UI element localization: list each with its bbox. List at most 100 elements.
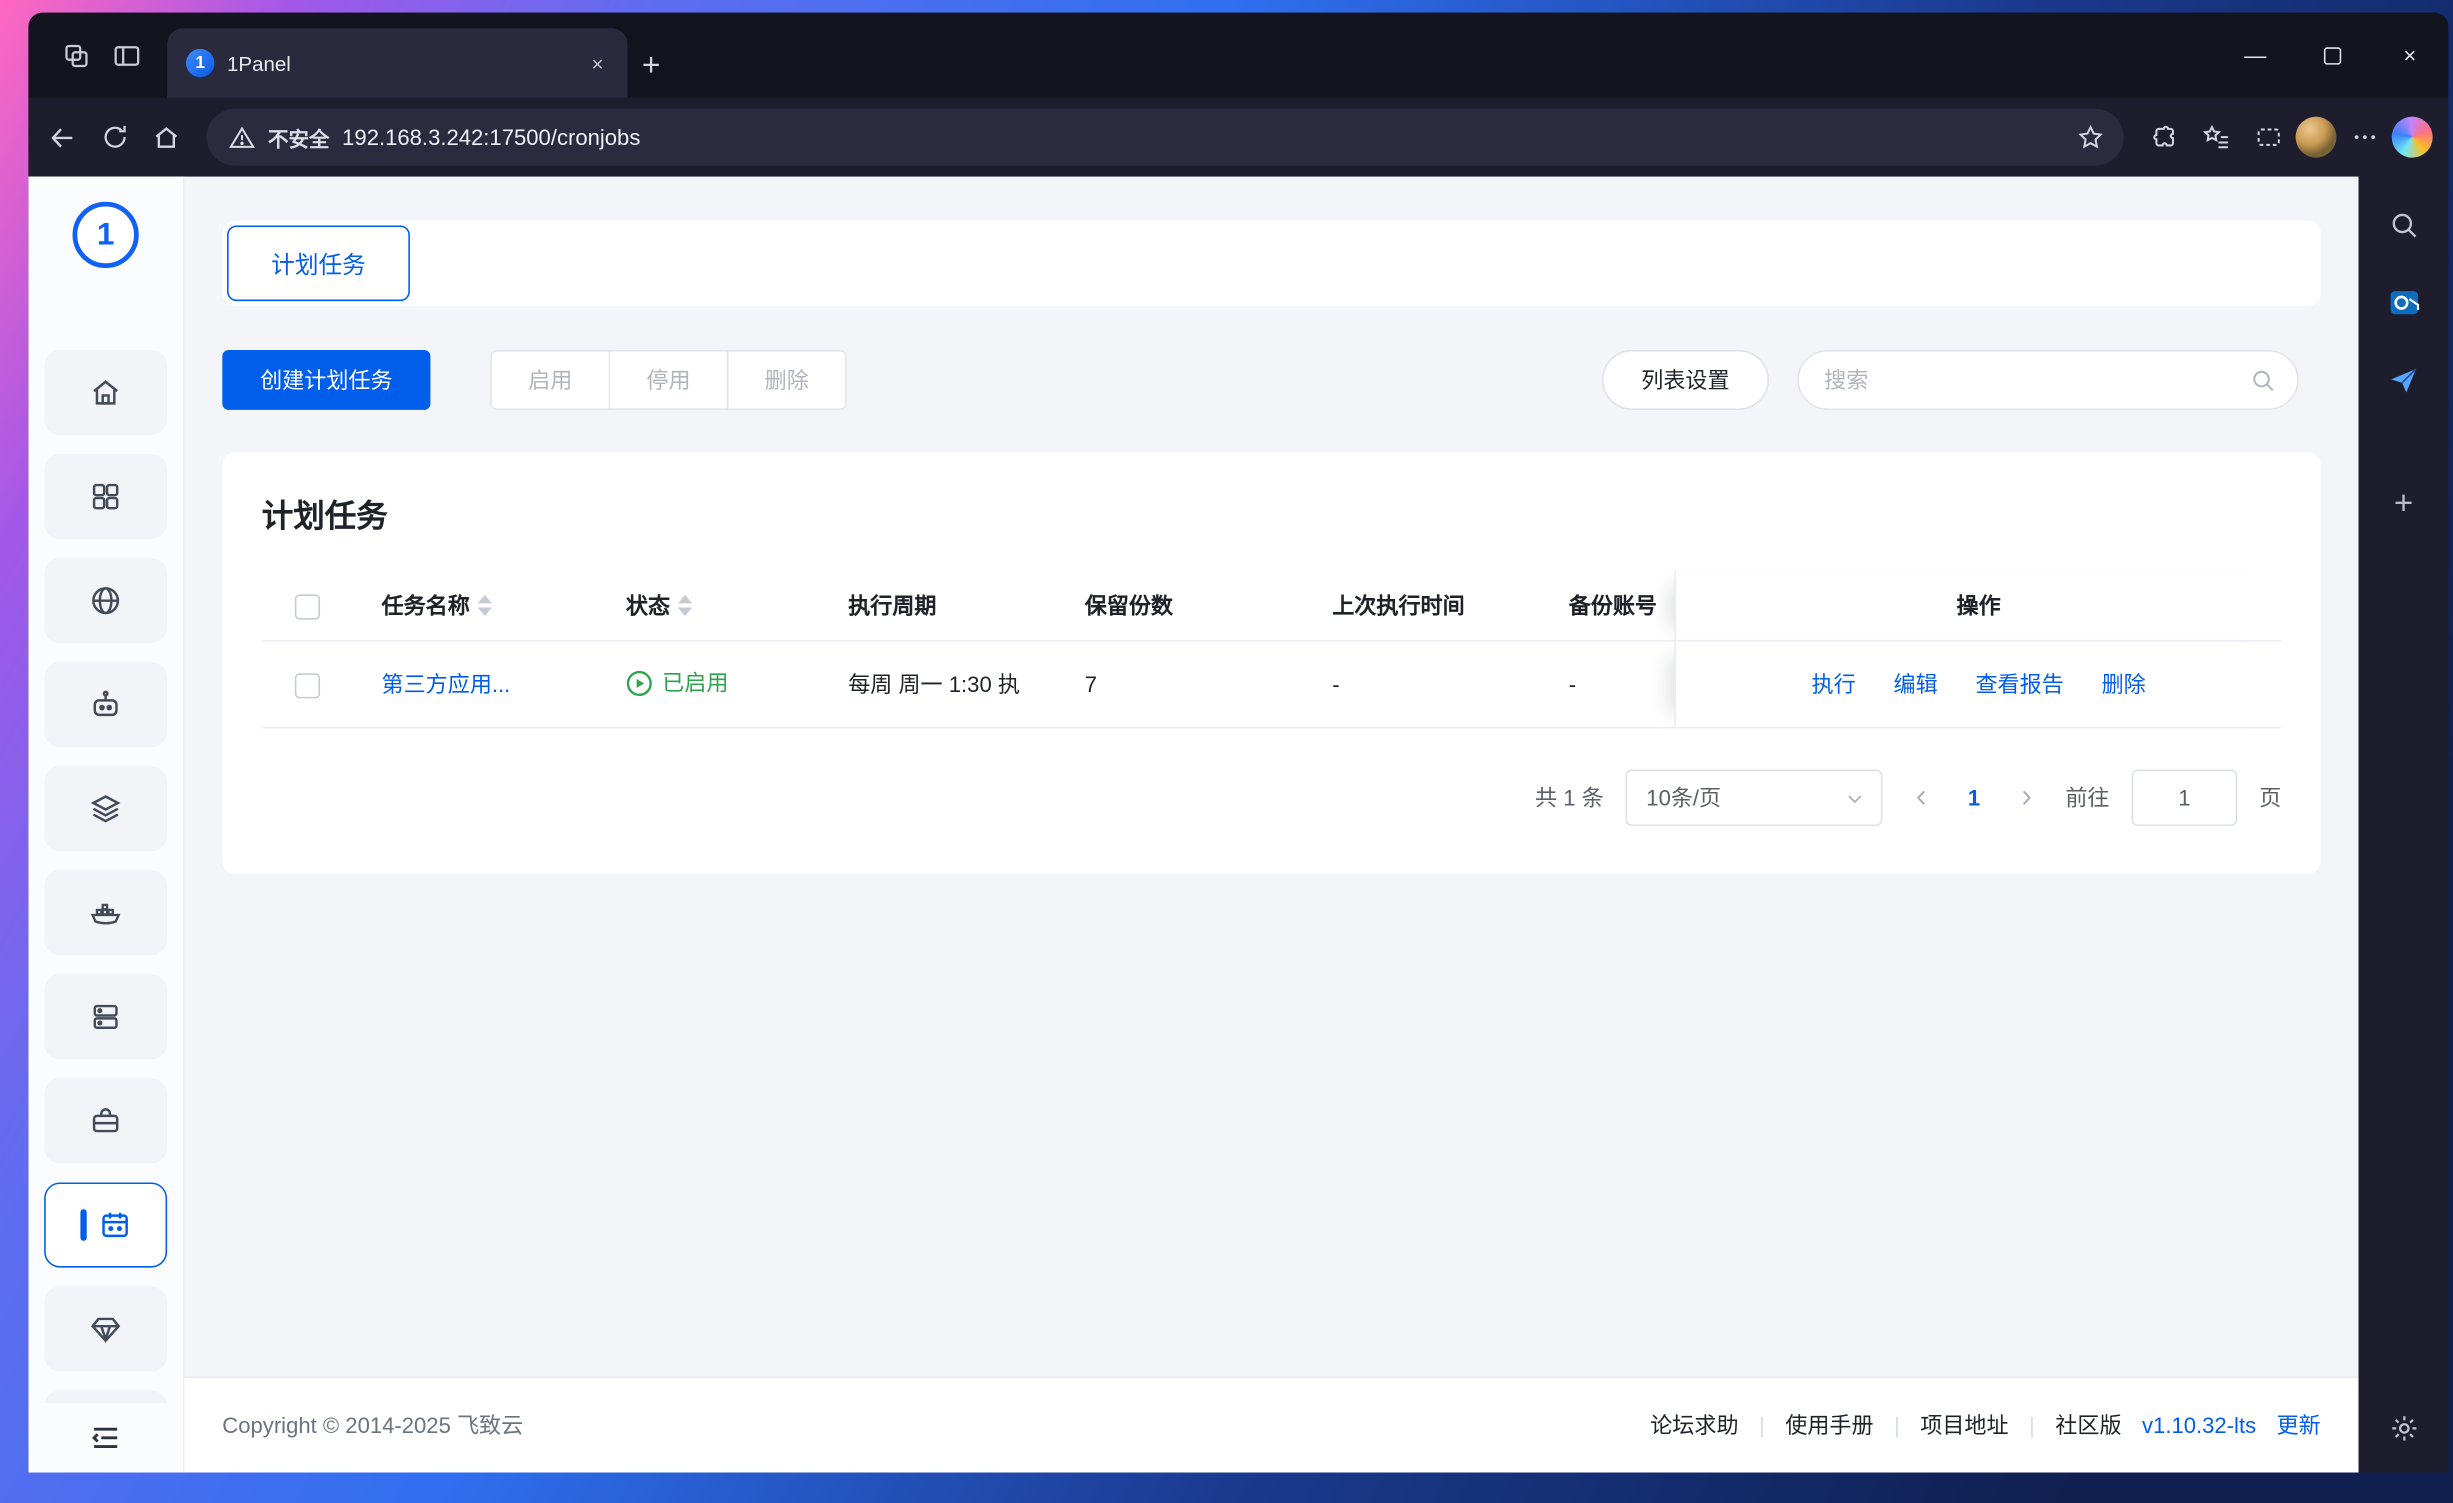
extensions-icon[interactable] xyxy=(2139,113,2188,162)
sidebar-item-host[interactable] xyxy=(44,974,168,1060)
disable-button[interactable]: 停用 xyxy=(608,350,729,410)
sidebar-item-toolbox[interactable] xyxy=(44,1078,168,1164)
copilot-icon[interactable] xyxy=(2391,116,2433,158)
browser-tab[interactable]: 1 1Panel × xyxy=(167,28,628,98)
app-sidebar: 1 xyxy=(28,176,185,1473)
url-text[interactable]: 192.168.3.242:17500/cronjobs xyxy=(342,125,640,150)
workspaces-icon[interactable] xyxy=(50,30,100,80)
manual-link[interactable]: 使用手册 xyxy=(1785,1409,1873,1441)
browser-window: 1 1Panel × + — × 不安全 192.168.3.242:17500… xyxy=(28,12,2449,1473)
chevron-down-icon xyxy=(1848,794,1862,803)
tab-close-icon[interactable]: × xyxy=(580,46,615,81)
sidebar-item-container[interactable] xyxy=(44,870,168,956)
edge-sidebar: + xyxy=(2358,176,2449,1473)
refresh-icon[interactable] xyxy=(90,113,139,162)
total-count: 共 1 条 xyxy=(1535,785,1604,811)
home-icon xyxy=(93,380,118,405)
sort-carets-icon[interactable] xyxy=(477,594,492,616)
last-run-cell: - xyxy=(1303,642,1541,729)
calendar-icon xyxy=(101,1212,128,1238)
edit-link[interactable]: 编辑 xyxy=(1893,668,1937,700)
minimize-button[interactable]: — xyxy=(2217,13,2294,98)
new-tab-button[interactable]: + xyxy=(627,35,674,98)
home-icon[interactable] xyxy=(142,113,191,162)
goto-label: 前往 xyxy=(2065,785,2110,811)
sidebar-search-icon[interactable] xyxy=(2375,197,2432,254)
bookmark-star-icon[interactable] xyxy=(2065,113,2114,162)
footer-links: 论坛求助 | 使用手册 | 项目地址 | 社区版 v1.10.32-lts 更新 xyxy=(1650,1409,2321,1441)
copies-cell: 7 xyxy=(1056,642,1304,729)
column-actions: 操作 xyxy=(1674,570,2282,642)
project-link[interactable]: 项目地址 xyxy=(1920,1409,2008,1441)
cronjob-name-link[interactable]: 第三方应用... xyxy=(382,672,511,697)
sidebar-item-website[interactable] xyxy=(44,558,168,644)
favorites-icon[interactable] xyxy=(2191,113,2240,162)
status-badge: 已启用 xyxy=(626,667,728,699)
search-input[interactable] xyxy=(1824,367,2250,393)
community-edition-link[interactable]: 社区版 xyxy=(2055,1409,2121,1441)
close-button[interactable]: × xyxy=(2371,13,2448,98)
page-number[interactable]: 1 xyxy=(1962,785,1987,810)
next-page-button[interactable] xyxy=(2009,780,2044,815)
robot-icon xyxy=(93,690,118,717)
column-backup-account: 备份账号 xyxy=(1540,571,1675,642)
list-settings-button[interactable]: 列表设置 xyxy=(1601,350,1769,410)
enable-button[interactable]: 启用 xyxy=(490,350,611,410)
sidebar-item-license[interactable] xyxy=(44,1286,168,1372)
app-store-icon xyxy=(92,483,119,510)
sidebar-item-terminal[interactable] xyxy=(44,1390,168,1404)
app-footer: Copyright © 2014-2025 飞致云 论坛求助 | 使用手册 | … xyxy=(184,1376,2359,1473)
row-actions: 执行 编辑 查看报告 删除 xyxy=(1676,668,2281,700)
select-all-checkbox[interactable] xyxy=(294,593,321,620)
page-size-select[interactable]: 10条/页 xyxy=(1625,769,1883,827)
layers-icon xyxy=(90,795,121,823)
sidebar-item-ai[interactable] xyxy=(44,662,168,748)
sidebar-add-icon[interactable]: + xyxy=(2375,476,2432,533)
view-report-link[interactable]: 查看报告 xyxy=(1975,668,2063,700)
main-area: 计划任务 创建计划任务 启用 停用 删除 列表设置 搜索 计划任务 任务名称 状… xyxy=(184,177,2359,1473)
cronjob-table: 任务名称 状态 执行周期 保留份数 上次执行时间 备份账号 操作 第三方应用..… xyxy=(261,570,2282,729)
profile-avatar[interactable] xyxy=(2295,116,2337,158)
forum-help-link[interactable]: 论坛求助 xyxy=(1650,1409,1738,1441)
table-header-row: 任务名称 状态 执行周期 保留份数 上次执行时间 备份账号 操作 xyxy=(261,570,2282,642)
maximize-button[interactable] xyxy=(2294,13,2371,98)
tab-favicon: 1 xyxy=(186,48,215,78)
cronjob-card: 计划任务 任务名称 状态 执行周期 保留份数 上次执行时间 备份账号 操作 第三… xyxy=(222,452,2321,874)
sort-carets-icon[interactable] xyxy=(677,594,693,616)
sidebar-item-overview[interactable] xyxy=(44,350,168,436)
browser-navbar: 不安全 192.168.3.242:17500/cronjobs xyxy=(28,97,2449,177)
browser-menu-icon[interactable] xyxy=(2340,113,2389,162)
prev-page-button[interactable] xyxy=(1905,780,1940,815)
globe-icon xyxy=(92,587,120,615)
tab-cronjob[interactable]: 计划任务 xyxy=(227,225,410,302)
web-capture-icon[interactable] xyxy=(2244,113,2293,162)
card-title: 计划任务 xyxy=(261,499,388,535)
sidebar-item-database[interactable] xyxy=(44,766,168,852)
outlook-icon[interactable] xyxy=(2375,274,2432,331)
sidebar-settings-icon[interactable] xyxy=(2375,1400,2432,1457)
search-icon xyxy=(2253,370,2274,391)
maximize-icon xyxy=(2323,46,2342,64)
sidebar-item-app-store[interactable] xyxy=(44,454,168,540)
delete-link[interactable]: 删除 xyxy=(2102,668,2146,700)
create-cronjob-button[interactable]: 创建计划任务 xyxy=(222,350,431,410)
delete-button[interactable]: 删除 xyxy=(726,350,847,410)
page-tabs: 计划任务 xyxy=(222,220,2321,306)
sidebar-collapse-button[interactable] xyxy=(28,1403,183,1472)
security-label: 不安全 xyxy=(268,126,330,151)
address-bar[interactable]: 不安全 192.168.3.242:17500/cronjobs xyxy=(206,108,2124,166)
goto-page-input[interactable] xyxy=(2131,769,2238,827)
back-icon[interactable] xyxy=(38,113,87,162)
pagination: 共 1 条 10条/页 1 前往 页 xyxy=(262,769,2282,827)
search-box[interactable] xyxy=(1797,350,2299,410)
page-viewport: 1 计划任务 创建计划任务 启用 停用 删除 列表设置 搜索 计划任务 任务名称… xyxy=(28,176,2359,1473)
sidebar-item-cronjob[interactable] xyxy=(44,1182,168,1268)
tab-title: 1Panel xyxy=(227,51,291,75)
execute-link[interactable]: 执行 xyxy=(1812,668,1856,700)
send-icon[interactable] xyxy=(2375,352,2432,409)
browser-titlebar: 1 1Panel × + — × xyxy=(28,12,2449,98)
update-link[interactable]: 更新 xyxy=(2277,1409,2321,1441)
row-checkbox[interactable] xyxy=(294,672,321,698)
vertical-tabs-icon[interactable] xyxy=(101,30,151,80)
schedule-cell: 每周 周一 1:30 执 xyxy=(819,642,1057,729)
